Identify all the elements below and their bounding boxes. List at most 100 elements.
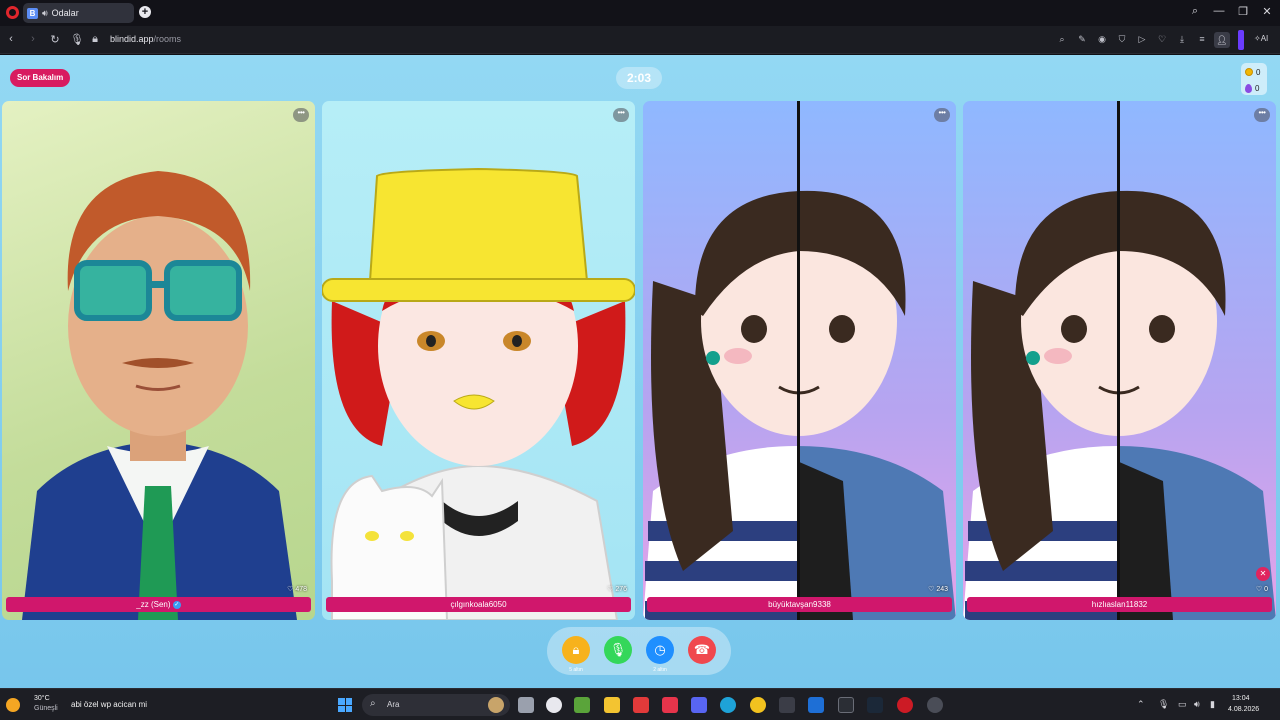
browser-title-bar: B 🔊︎ Odalar + ⌕ — ❐ ✕ — [0, 0, 1280, 26]
chrome-icon[interactable] — [750, 697, 766, 713]
speaker-icon[interactable]: 🔊︎ — [42, 8, 48, 19]
microphone-icon[interactable]: 🎙︎ — [70, 33, 84, 46]
camera-icon[interactable]: ◉ — [1096, 33, 1108, 45]
minimize-button[interactable]: — — [1211, 5, 1227, 17]
timer-caption: 2 altın — [653, 667, 667, 673]
chevron-up-icon[interactable]: ⌃ — [1137, 699, 1145, 710]
windows-start-icon[interactable] — [338, 698, 352, 712]
like-count: ♡ 478 — [287, 586, 307, 593]
coin-count: 0 — [1256, 67, 1261, 77]
url-path: /rooms — [153, 34, 182, 44]
like-count: ♡ 0 — [1255, 586, 1268, 593]
clock-time[interactable]: 13:04 — [1232, 695, 1250, 702]
play-icon[interactable]: ▷ — [1136, 33, 1148, 45]
new-tab-button[interactable]: + — [139, 6, 151, 18]
more-options-button[interactable]: ••• — [293, 108, 309, 122]
ai-icon: ✧ — [1254, 34, 1261, 43]
search-tabs-icon[interactable]: ⌕ — [1187, 5, 1203, 18]
call-controls: 🔒︎ 5 altın 🎙︎ ◷ 2 altın ☎︎ — [547, 627, 731, 675]
opera-icon[interactable] — [897, 697, 913, 713]
participant-card[interactable]: ••• ♡ 478 _zz (Sen) ✓ — [2, 101, 315, 620]
like-count: ♡ 276 — [607, 586, 627, 593]
store-icon[interactable] — [779, 697, 795, 713]
participant-card[interactable]: ••• ✕ ♡ 0 hızlıaslan11832 — [963, 101, 1276, 620]
taskbar-search[interactable]: ⌕ Ara — [362, 694, 510, 716]
coin-icon — [1245, 68, 1253, 76]
currency-panel[interactable]: 0 0 — [1241, 63, 1267, 95]
tab-odalar[interactable]: B 🔊︎ Odalar — [23, 3, 134, 23]
like-count: ♡ 243 — [928, 586, 948, 593]
clock-date[interactable]: 4.08.2026 — [1228, 706, 1259, 713]
rooms-page: Sor Bakalım 2:03 0 0 ••• ♡ 478 _zz (Sen)… — [0, 55, 1280, 688]
phone-hangup-icon: ☎︎ — [693, 642, 711, 657]
download-icon[interactable]: ⤓ — [1176, 33, 1188, 45]
shield-icon[interactable]: ⛉ — [1116, 33, 1128, 45]
menu-icon[interactable]: ≡ — [1196, 33, 1208, 45]
sidebar-toggle[interactable] — [1238, 30, 1244, 50]
opera-logo-icon[interactable] — [6, 6, 19, 19]
tab-favicon-icon: B — [27, 7, 38, 19]
mic-button[interactable]: 🎙︎ — [604, 636, 632, 664]
profile-icon[interactable]: 👤︎ — [1214, 32, 1230, 48]
heart-icon: ♡ — [1255, 586, 1265, 593]
more-options-button[interactable]: ••• — [613, 108, 629, 122]
participant-name: hızlıaslan11832 — [967, 597, 1272, 612]
edge-icon[interactable] — [720, 697, 736, 713]
lock-button[interactable]: 🔒︎ — [562, 636, 590, 664]
volume-icon[interactable]: 🔊︎ — [1194, 699, 1200, 710]
ai-label: AI — [1260, 34, 1269, 43]
search-icon[interactable]: ⌕ — [1056, 33, 1068, 45]
participant-card[interactable]: ••• ♡ 276 çılgınkoala6050 — [322, 101, 635, 620]
minecraft-icon[interactable] — [574, 697, 590, 713]
microphone-icon: 🎙︎ — [609, 642, 627, 657]
news-ticker[interactable]: abi özel wp acican mi — [71, 700, 147, 709]
microphone-icon[interactable]: 🎙︎ — [1158, 699, 1169, 710]
edit-icon[interactable]: ✎ — [1076, 33, 1088, 45]
steam-icon[interactable] — [867, 697, 883, 713]
terminal-icon[interactable] — [838, 697, 854, 713]
sor-bakalim-button[interactable]: Sor Bakalım — [10, 69, 71, 87]
outlook-icon[interactable] — [808, 697, 824, 713]
weather-temp[interactable]: 30°C — [34, 695, 50, 702]
file-explorer-icon[interactable] — [604, 697, 620, 713]
participant-name: _zz (Sen) ✓ — [6, 597, 311, 612]
ai-button[interactable]: ✧AI — [1254, 34, 1268, 43]
chatgpt-icon[interactable] — [927, 697, 943, 713]
room-timer: 2:03 — [616, 67, 662, 89]
verified-icon: ✓ — [172, 600, 181, 609]
url-field[interactable]: blindid.app/rooms — [110, 34, 181, 44]
weather-sun-icon[interactable] — [6, 698, 20, 712]
copilot-icon[interactable] — [546, 697, 562, 713]
search-placeholder: Ara — [387, 700, 400, 709]
more-options-button[interactable]: ••• — [1254, 108, 1270, 122]
pdf-app-icon[interactable] — [662, 697, 678, 713]
weather-condition[interactable]: Güneşli — [34, 705, 58, 712]
windows-taskbar: 30°C Güneşli abi özel wp acican mi ⌕ Ara… — [0, 688, 1280, 720]
address-bar: ‹ › ↻ 🎙︎ 🔒︎ blindid.app/rooms ⌕ ✎ ◉ ⛉ ▷ … — [0, 26, 1280, 54]
more-options-button[interactable]: ••• — [934, 108, 950, 122]
url-host: blindid.app — [110, 34, 154, 44]
avatar-split-face — [643, 101, 956, 620]
back-button[interactable]: ‹ — [4, 33, 18, 45]
battery-icon[interactable]: ▮ — [1210, 699, 1215, 710]
lock-caption: 5 altın — [569, 667, 583, 673]
network-icon[interactable]: ▭ — [1178, 699, 1187, 710]
hang-up-button[interactable]: ☎︎ — [688, 636, 716, 664]
wps-office-icon[interactable] — [633, 697, 649, 713]
reload-button[interactable]: ↻ — [48, 33, 62, 46]
extend-time-button[interactable]: ◷ — [646, 636, 674, 664]
task-view-icon[interactable] — [518, 697, 534, 713]
avatar-woman-yellow-hat — [322, 167, 635, 620]
discord-icon[interactable] — [691, 697, 707, 713]
clock-icon: ◷ — [654, 642, 666, 657]
heart-icon[interactable]: ♡ — [1156, 33, 1168, 45]
close-window-button[interactable]: ✕ — [1259, 5, 1275, 18]
participant-name: büyüktavşan9338 — [647, 597, 952, 612]
lock-icon[interactable]: 🔒︎ — [88, 33, 102, 46]
forward-button[interactable]: › — [26, 33, 40, 45]
avatar-man-sunglasses — [22, 171, 297, 620]
lock-icon: 🔒︎ — [572, 642, 580, 657]
restore-button[interactable]: ❐ — [1235, 5, 1251, 18]
tab-title: Odalar — [51, 8, 79, 18]
participant-card[interactable]: ••• ♡ 243 büyüktavşan9338 — [643, 101, 956, 620]
